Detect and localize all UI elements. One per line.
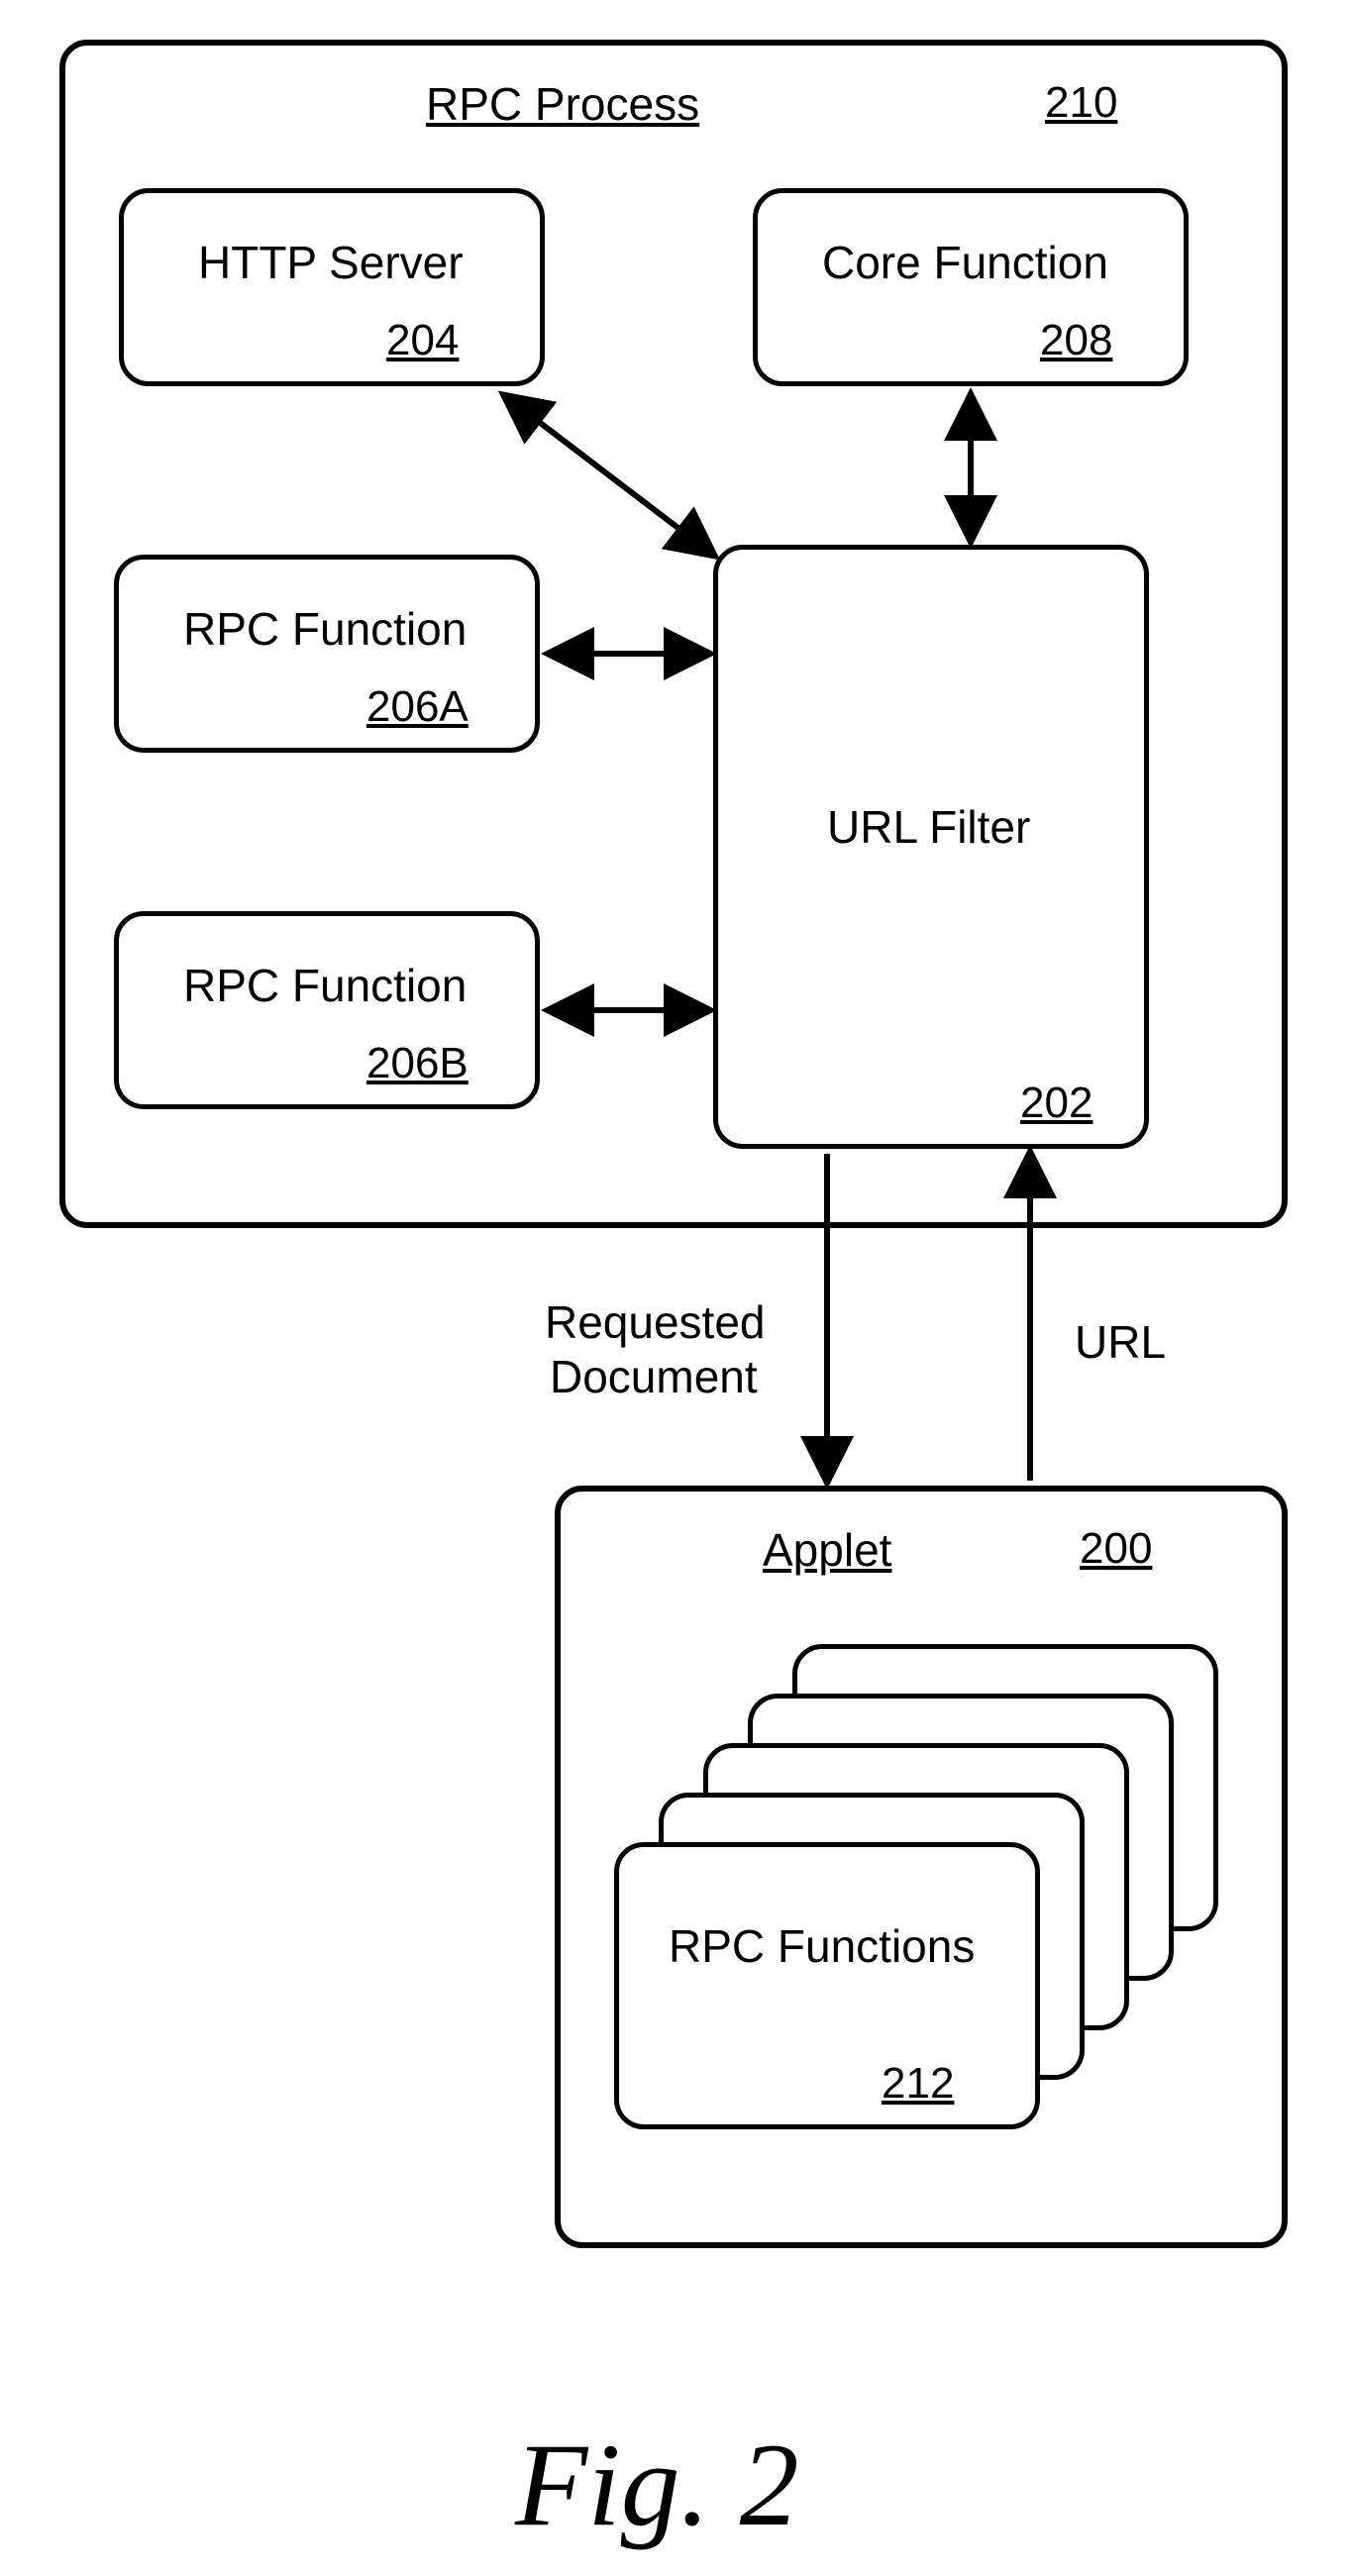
url-label: URL <box>1075 1317 1166 1368</box>
applet-ref: 200 <box>1080 1525 1152 1573</box>
rpc-functions-ref: 212 <box>882 2060 954 2108</box>
requested-doc-line2: Document <box>550 1352 758 1402</box>
applet-title: Applet <box>763 1525 891 1576</box>
rpc-function-a-title: RPC Function <box>183 604 467 655</box>
http-server-ref: 204 <box>386 317 459 364</box>
url-filter-ref: 202 <box>1020 1080 1093 1127</box>
url-filter-title: URL Filter <box>827 802 1030 853</box>
rpc-process-title: RPC Process <box>426 79 699 130</box>
http-server-title: HTTP Server <box>198 238 464 288</box>
rpc-functions-box-stack-1 <box>614 1842 1040 2129</box>
rpc-process-ref: 210 <box>1045 79 1117 127</box>
figure-caption: Fig. 2 <box>515 2417 799 2553</box>
core-function-title: Core Function <box>822 238 1108 288</box>
rpc-functions-title: RPC Functions <box>669 1921 975 1972</box>
core-function-ref: 208 <box>1040 317 1112 364</box>
rpc-function-b-title: RPC Function <box>183 961 467 1011</box>
diagram-canvas: RPC Process 210 HTTP Server 204 Core Fun… <box>0 0 1353 2576</box>
rpc-function-b-ref: 206B <box>366 1040 468 1087</box>
rpc-function-a-ref: 206A <box>366 683 468 731</box>
requested-doc-line1: Requested <box>545 1297 766 1348</box>
